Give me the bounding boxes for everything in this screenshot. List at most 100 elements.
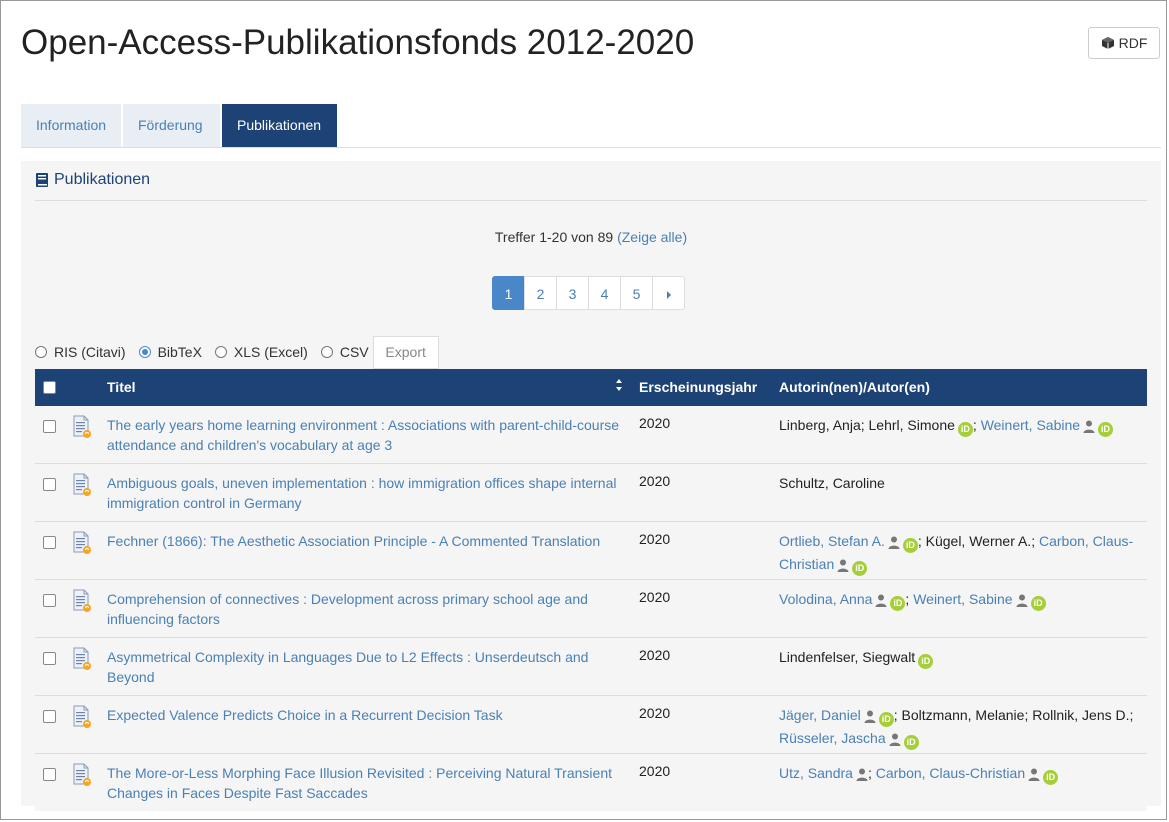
author-name[interactable]: Rüsseler, Jascha <box>779 730 886 746</box>
table-header: Titel Erscheinungsjahr Autorin(nen)/Auto… <box>35 369 1147 406</box>
person-icon[interactable] <box>1016 592 1028 612</box>
table-row: The More-or-Less Morphing Face Illusion … <box>35 754 1147 811</box>
publication-title-link[interactable]: Fechner (1866): The Aesthetic Associatio… <box>107 531 627 551</box>
author-name[interactable]: Utz, Sandra <box>779 765 853 781</box>
radio-ris[interactable]: RIS (Citavi) <box>35 344 126 360</box>
page-frame: Open-Access-Publikationsfonds 2012-2020 … <box>0 0 1167 820</box>
caret-right-icon <box>666 291 671 299</box>
column-year[interactable]: Erscheinungsjahr <box>639 379 757 395</box>
publications-table: Titel Erscheinungsjahr Autorin(nen)/Auto… <box>35 369 1147 811</box>
person-icon[interactable] <box>1083 418 1095 438</box>
tab-foerderung[interactable]: Förderung <box>123 104 220 147</box>
row-checkbox[interactable] <box>43 478 56 491</box>
author-name: Kügel, Werner A. <box>925 533 1032 549</box>
publication-year: 2020 <box>639 705 671 721</box>
publication-title-link[interactable]: The More-or-Less Morphing Face Illusion … <box>107 763 627 803</box>
tab-publikationen[interactable]: Publikationen <box>222 104 337 147</box>
column-authors[interactable]: Autorin(nen)/Autor(en) <box>779 379 930 395</box>
hits-summary: Treffer 1-20 von 89 (Zeige alle) <box>21 229 1161 245</box>
publication-title-link[interactable]: Comprehension of connectives : Developme… <box>107 589 627 629</box>
open-access-document-icon <box>72 531 92 558</box>
radio-button-checked[interactable] <box>138 346 151 358</box>
orcid-icon[interactable]: iD <box>1098 422 1114 437</box>
orcid-icon[interactable]: iD <box>852 561 868 576</box>
authors-cell: Linberg, Anja; Lehrl, Simone iD; Weinert,… <box>779 415 1149 438</box>
author-name[interactable]: Weinert, Sabine <box>913 591 1012 607</box>
orcid-icon[interactable]: iD <box>1030 596 1046 611</box>
radio-label: CSV <box>339 344 369 360</box>
publication-year: 2020 <box>639 763 671 779</box>
publication-year: 2020 <box>639 473 671 489</box>
publication-year: 2020 <box>639 589 671 605</box>
radio-button[interactable] <box>35 346 47 358</box>
radio-button[interactable] <box>214 346 227 358</box>
orcid-icon[interactable]: iD <box>1043 770 1059 785</box>
radio-bibtex[interactable]: BibTeX <box>138 344 202 360</box>
open-access-document-icon <box>72 705 92 732</box>
open-access-document-icon <box>72 473 92 500</box>
author-name[interactable]: Jäger, Daniel <box>779 707 861 723</box>
table-row: Ambiguous goals, uneven implementation :… <box>35 464 1147 522</box>
rdf-button[interactable]: RDF <box>1088 27 1160 59</box>
person-icon[interactable] <box>837 557 849 577</box>
radio-csv[interactable]: CSV <box>320 344 369 360</box>
person-icon[interactable] <box>1028 766 1040 786</box>
row-checkbox[interactable] <box>43 652 56 665</box>
author-name[interactable]: Carbon, Claus-Christian <box>876 765 1025 781</box>
export-button[interactable]: Export <box>372 335 439 369</box>
page-5-button[interactable]: 5 <box>620 276 653 310</box>
publication-title-link[interactable]: Ambiguous goals, uneven implementation :… <box>107 473 627 513</box>
author-name[interactable]: Ortlieb, Stefan A. <box>779 533 885 549</box>
author-name: Rollnik, Jens D. <box>1032 707 1130 723</box>
hits-text: Treffer 1-20 von 89 <box>494 229 614 245</box>
publication-year: 2020 <box>639 531 671 547</box>
orcid-icon[interactable]: iD <box>918 654 934 669</box>
radio-button[interactable] <box>320 346 333 358</box>
author-name: Lindenfelser, Siegwalt <box>779 649 916 665</box>
person-icon[interactable] <box>875 592 887 612</box>
orcid-icon[interactable]: iD <box>902 538 918 553</box>
row-checkbox[interactable] <box>43 536 56 549</box>
select-all-checkbox[interactable] <box>43 381 56 394</box>
panel-heading: Publikationen <box>35 171 150 189</box>
page-3-button[interactable]: 3 <box>556 276 589 310</box>
authors-cell: Schultz, Caroline <box>779 473 1149 493</box>
orcid-icon[interactable]: iD <box>957 422 973 437</box>
tab-information[interactable]: Information <box>21 104 121 147</box>
table-row: The early years home learning environmen… <box>35 406 1147 464</box>
table-row: Asymmetrical Complexity in Languages Due… <box>35 638 1147 696</box>
author-name[interactable]: Weinert, Sabine <box>981 417 1080 433</box>
orcid-icon[interactable]: iD <box>878 712 894 727</box>
tab-bar: Information Förderung Publikationen <box>21 104 1161 148</box>
sort-icon[interactable] <box>615 378 623 392</box>
page-1-button[interactable]: 1 <box>492 276 525 310</box>
show-all-link[interactable]: (Zeige alle) <box>617 229 687 245</box>
radio-xls[interactable]: XLS (Excel) <box>214 344 308 360</box>
page-4-button[interactable]: 4 <box>588 276 621 310</box>
column-title[interactable]: Titel <box>107 379 136 395</box>
divider <box>35 200 1147 201</box>
orcid-icon[interactable]: iD <box>890 596 906 611</box>
person-icon[interactable] <box>888 534 900 554</box>
open-access-document-icon <box>72 589 92 616</box>
person-icon[interactable] <box>864 708 876 728</box>
row-checkbox[interactable] <box>43 768 56 781</box>
row-checkbox[interactable] <box>43 420 56 433</box>
publication-title-link[interactable]: The early years home learning environmen… <box>107 415 627 455</box>
next-page-button[interactable] <box>652 276 685 310</box>
person-icon[interactable] <box>889 731 901 751</box>
author-name[interactable]: Volodina, Anna <box>779 591 872 607</box>
author-name: Boltzmann, Melanie <box>901 707 1025 723</box>
export-options: RIS (Citavi) BibTeX XLS (Excel) CSV Expo… <box>35 335 439 369</box>
row-checkbox[interactable] <box>43 710 56 723</box>
authors-cell: Lindenfelser, Siegwalt iD <box>779 647 1149 669</box>
radio-label: BibTeX <box>157 344 202 360</box>
open-access-document-icon <box>72 647 92 674</box>
row-checkbox[interactable] <box>43 594 56 607</box>
publication-title-link[interactable]: Asymmetrical Complexity in Languages Due… <box>107 647 627 687</box>
person-icon[interactable] <box>856 766 868 786</box>
orcid-icon[interactable]: iD <box>903 735 919 750</box>
publication-title-link[interactable]: Expected Valence Predicts Choice in a Re… <box>107 705 627 725</box>
authors-cell: Utz, Sandra; Carbon, Claus-Christian iD <box>779 763 1149 786</box>
page-2-button[interactable]: 2 <box>524 276 557 310</box>
